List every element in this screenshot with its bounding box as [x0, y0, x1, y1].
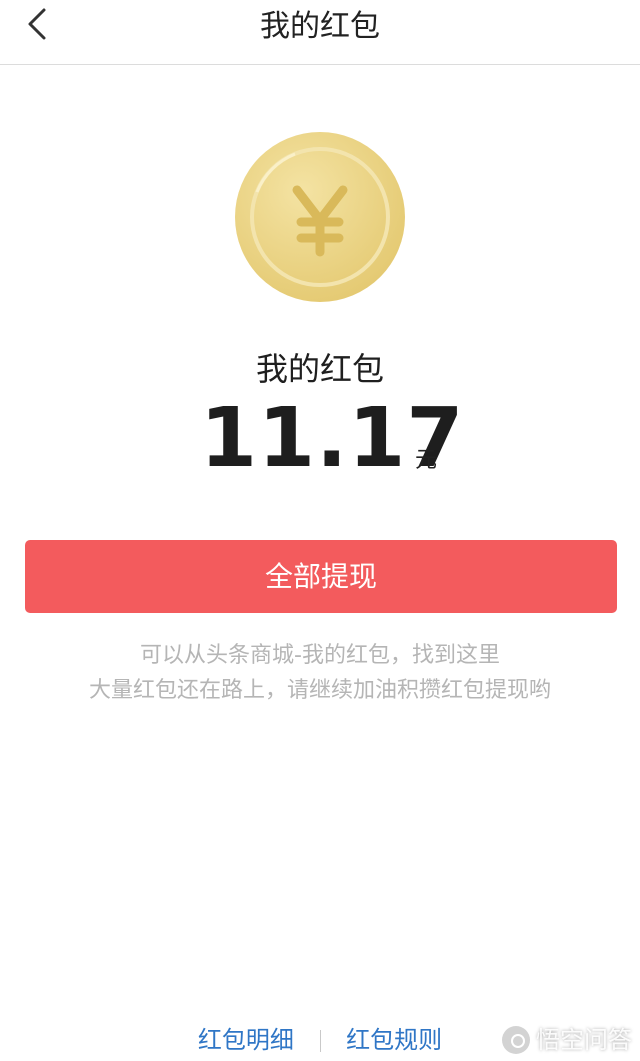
tip-line-2: 大量红包还在路上，请继续加油积攒红包提现哟	[88, 678, 551, 703]
page-title: 我的红包	[260, 9, 380, 44]
watermark-text: 悟空问答	[536, 1026, 632, 1054]
tip-line-1: 可以从头条商城-我的红包，找到这里	[140, 643, 500, 668]
app-header: 我的红包	[0, 0, 640, 65]
yuan-coin-icon	[235, 132, 405, 302]
currency-unit: 元	[415, 448, 438, 473]
red-packet-details-link[interactable]: 红包明细	[198, 1026, 294, 1054]
footer-divider	[319, 1030, 321, 1052]
watermark: 悟空问答	[502, 1025, 632, 1055]
wukong-logo-icon	[502, 1026, 530, 1054]
red-packet-rules-link[interactable]: 红包规则	[346, 1026, 442, 1054]
balance-label: 我的红包	[255, 350, 384, 388]
withdraw-all-button[interactable]: 全部提现	[25, 540, 617, 613]
